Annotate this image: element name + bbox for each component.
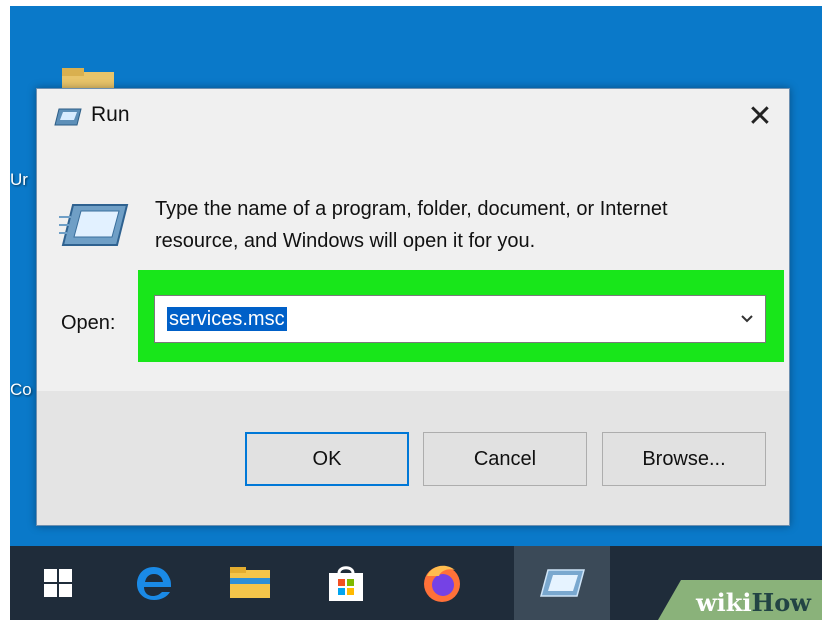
store-icon xyxy=(329,566,363,601)
open-input-value[interactable]: services.msc xyxy=(167,307,287,331)
run-icon xyxy=(540,569,585,597)
open-label: Open: xyxy=(61,312,116,334)
taskbar-file-explorer[interactable] xyxy=(202,546,298,620)
cancel-button[interactable]: Cancel xyxy=(423,432,587,486)
open-combobox[interactable]: services.msc xyxy=(154,295,766,343)
desktop-icon-label[interactable]: Co xyxy=(10,380,32,400)
wikihow-logo: wikiHow xyxy=(696,588,811,617)
taskbar-edge[interactable] xyxy=(106,546,202,620)
run-icon xyxy=(54,108,82,126)
watermark-wiki: wiki xyxy=(696,588,752,617)
browse-button[interactable]: Browse... xyxy=(602,432,766,486)
taskbar-run[interactable] xyxy=(514,546,610,620)
watermark-how: How xyxy=(751,588,811,617)
close-button[interactable]: ✕ xyxy=(731,93,789,141)
dialog-title: Run xyxy=(91,103,130,126)
taskbar-store[interactable] xyxy=(298,546,394,620)
taskbar-firefox[interactable] xyxy=(394,546,490,620)
dialog-description: Type the name of a program, folder, docu… xyxy=(155,198,668,252)
run-dialog: Run ✕ Type the name of a program, folder… xyxy=(36,88,790,526)
run-program-icon xyxy=(59,204,129,246)
file-explorer-icon xyxy=(230,567,270,598)
windows-start-icon xyxy=(44,569,72,597)
title-bar[interactable]: Run ✕ xyxy=(37,89,789,145)
start-button[interactable] xyxy=(10,546,106,620)
edge-icon xyxy=(137,567,171,600)
desktop-icon-label[interactable]: Ur xyxy=(10,170,28,190)
firefox-icon xyxy=(424,565,460,602)
chevron-down-icon[interactable] xyxy=(737,308,757,328)
ok-button[interactable]: OK xyxy=(245,432,409,486)
